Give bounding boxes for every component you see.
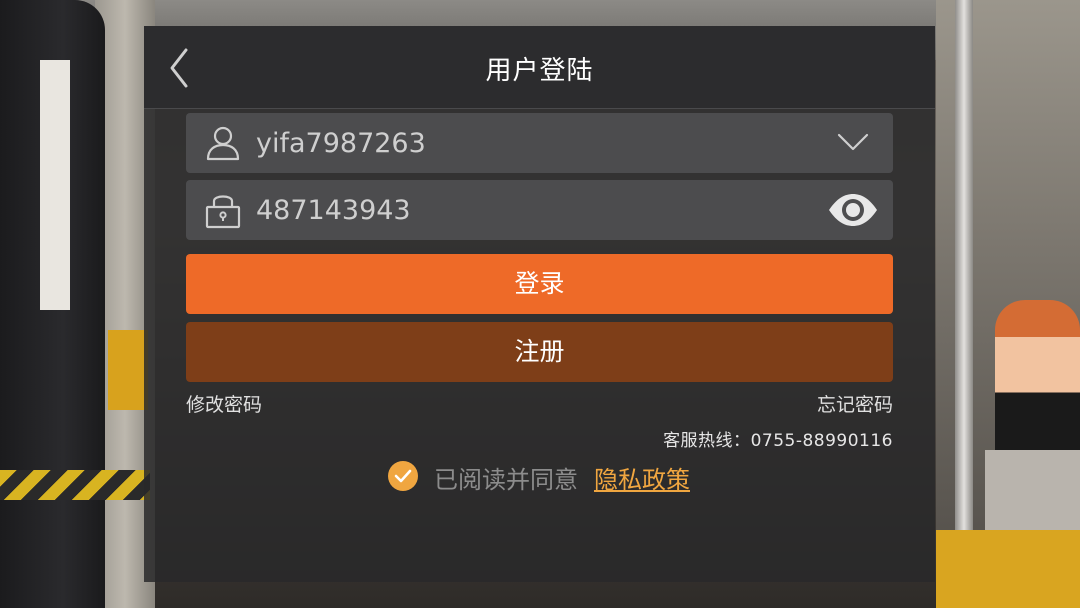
login-button[interactable]: 登录 (186, 254, 893, 314)
checkmark-icon (394, 469, 412, 483)
username-field[interactable]: yifa7987263 (186, 113, 893, 173)
modify-password-link[interactable]: 修改密码 (186, 390, 262, 417)
password-value: 487143943 (256, 195, 411, 226)
agreement-checkbox[interactable] (388, 461, 418, 491)
yellow-panel (108, 330, 148, 410)
user-icon (204, 124, 242, 162)
username-value: yifa7987263 (256, 128, 426, 159)
toggle-password-visibility[interactable] (825, 188, 881, 232)
hotline-number: 0755-88990116 (750, 431, 893, 451)
register-button[interactable]: 注册 (186, 322, 893, 382)
warning-strip (0, 470, 150, 500)
lock-icon (204, 191, 242, 229)
agreement-text: 已阅读并同意 (434, 466, 578, 494)
page-title: 用户登陆 (485, 56, 594, 86)
account-dropdown-button[interactable] (825, 121, 881, 165)
forgot-password-link[interactable]: 忘记密码 (817, 390, 893, 417)
panel-header: 用户登陆 (144, 26, 935, 109)
password-field[interactable]: 487143943 (186, 180, 893, 240)
privacy-policy-link[interactable]: 隐私政策 (594, 460, 690, 495)
customer-service-hotline: 客服热线：0755-88990116 (663, 426, 893, 451)
yellow-seat (936, 530, 1080, 608)
background-person-left (0, 0, 105, 608)
handrail-pole (955, 0, 973, 608)
login-panel: 用户登陆 yifa7987263 487143943 登录 注册 修改密码 忘记… (144, 26, 935, 582)
eye-icon (829, 194, 877, 226)
hotline-label: 客服热线： (663, 431, 751, 451)
chevron-down-icon (837, 133, 869, 151)
shopping-bag (985, 450, 1080, 540)
